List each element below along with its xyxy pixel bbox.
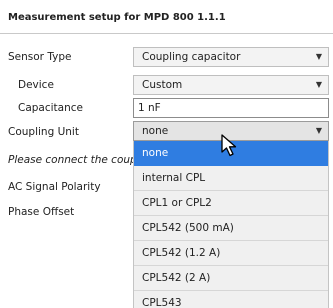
chevron-down-icon: ▼ [315, 126, 322, 135]
divider [0, 33, 333, 34]
device-select[interactable]: Custom ▼ [133, 75, 329, 95]
device-value: Custom [142, 79, 183, 91]
ac-signal-polarity-label: AC Signal Polarity [8, 181, 101, 193]
dropdown-option[interactable]: internal CPL [134, 166, 328, 191]
phase-offset-label: Phase Offset [8, 206, 75, 218]
dropdown-option[interactable]: CPL542 (1.2 A) [134, 241, 328, 266]
sensor-type-select[interactable]: Coupling capacitor ▼ [133, 47, 329, 67]
capacitance-value: 1 nF [138, 102, 161, 114]
sensor-type-value: Coupling capacitor [142, 51, 241, 63]
mouse-pointer-icon [221, 134, 237, 157]
capacitance-input[interactable]: 1 nF [133, 98, 329, 118]
dropdown-option[interactable]: CPL542 (500 mA) [134, 216, 328, 241]
chevron-down-icon: ▼ [315, 80, 322, 89]
coupling-unit-value: none [142, 125, 169, 137]
device-label: Device [18, 79, 54, 91]
dropdown-option[interactable]: CPL1 or CPL2 [134, 191, 328, 216]
coupling-unit-dropdown-list: none internal CPL CPL1 or CPL2 CPL542 (500 … [133, 141, 329, 308]
dropdown-option[interactable]: CPL542 (2 A) [134, 266, 328, 291]
page-title: Measurement setup for MPD 800 1.1.1 [8, 12, 226, 23]
chevron-down-icon: ▼ [315, 52, 322, 61]
coupling-unit-label: Coupling Unit [8, 126, 79, 138]
sensor-type-label: Sensor Type [8, 51, 72, 63]
capacitance-label: Capacitance [18, 102, 83, 114]
dropdown-option[interactable]: CPL543 [134, 291, 328, 308]
